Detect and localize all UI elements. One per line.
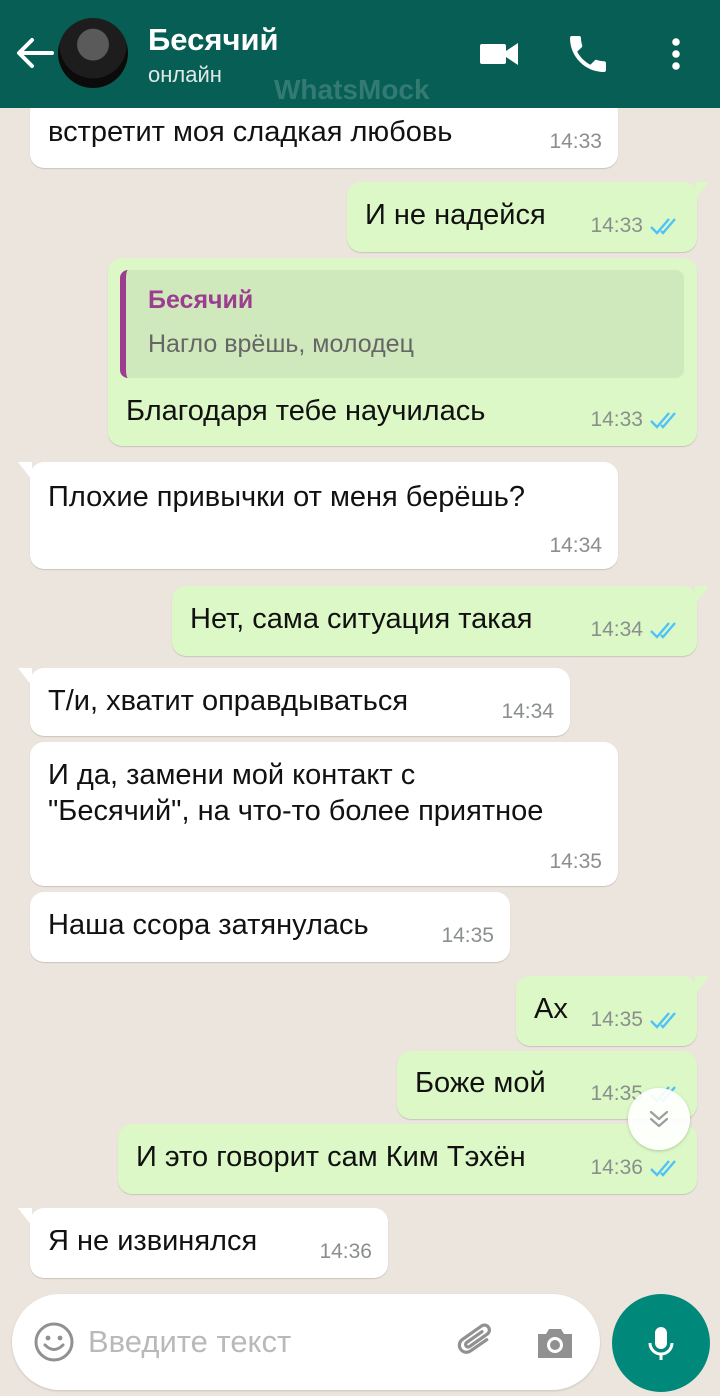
emoji-icon	[34, 1322, 74, 1362]
message-meta: 14:36	[590, 1156, 681, 1180]
message-text: Ах	[534, 993, 568, 1025]
quoted-message[interactable]: Бесячий Нагло врёшь, молодец	[120, 270, 684, 378]
message-time: 14:34	[590, 618, 643, 641]
message-text: И не надейся	[365, 199, 546, 231]
message-outgoing[interactable]: И это говорит сам Ким Тэхён 14:36	[118, 1124, 697, 1194]
back-button[interactable]	[12, 30, 58, 76]
message-incoming[interactable]: Плохие привычки от меня берёшь? 14:34	[18, 462, 618, 569]
message-incoming[interactable]: Т/и, хватит оправдываться 14:34	[18, 668, 570, 736]
phone-icon	[570, 36, 606, 72]
message-time: 14:35	[441, 924, 494, 947]
quote-text: Нагло врёшь, молодец	[148, 330, 414, 358]
message-text: Наша ссора затянулась	[48, 909, 369, 941]
message-time: 14:36	[590, 1156, 643, 1179]
message-meta: 14:33	[590, 408, 681, 432]
quote-author: Бесячий	[148, 286, 254, 314]
message-outgoing[interactable]: Ах 14:35	[516, 976, 709, 1046]
double-check-icon	[650, 218, 676, 235]
chat-header: Бесячий онлайн WhatsMock	[0, 0, 720, 108]
attach-button[interactable]	[452, 1318, 502, 1368]
message-composer	[12, 1294, 600, 1390]
message-time: 14:34	[501, 700, 554, 723]
double-check-icon	[650, 622, 676, 639]
message-text: Благодаря тебе научилась	[126, 395, 486, 427]
emoji-button[interactable]	[32, 1320, 76, 1364]
voice-call-button[interactable]	[564, 30, 612, 78]
message-time: 14:35	[590, 1008, 643, 1031]
more-vert-icon	[672, 38, 680, 70]
paperclip-icon	[457, 1323, 491, 1354]
contact-status: онлайн	[148, 62, 222, 87]
message-time: 14:33	[590, 214, 643, 237]
double-check-icon	[650, 1160, 676, 1177]
message-incoming[interactable]: Я не извинялся 14:36	[18, 1208, 388, 1278]
camera-button[interactable]	[532, 1320, 578, 1366]
message-time: 14:35	[549, 850, 602, 873]
message-time: 14:34	[549, 534, 602, 557]
message-text: Плохие привычки от меня берёшь?	[48, 481, 525, 513]
message-time: 14:33	[549, 130, 602, 153]
message-text: Я не извинялся	[48, 1225, 258, 1257]
double-check-icon	[650, 1012, 676, 1029]
message-text-line: "Бесячий", на что-то более приятное	[48, 795, 544, 827]
message-outgoing[interactable]: Нет, сама ситуация такая 14:34	[172, 586, 709, 656]
message-incoming[interactable]: И да, замени мой контакт с "Бесячий", на…	[30, 742, 618, 886]
message-incoming[interactable]: встретит моя сладкая любовь 14:33	[30, 108, 618, 168]
message-outgoing-reply[interactable]: Бесячий Нагло врёшь, молодец Благодаря т…	[108, 258, 697, 446]
chevron-down-icon	[649, 1110, 669, 1128]
message-text: Нет, сама ситуация такая	[190, 603, 533, 635]
message-text: И это говорит сам Ким Тэхён	[136, 1141, 526, 1173]
message-text: Т/и, хватит оправдываться	[48, 685, 409, 717]
scroll-to-bottom-button[interactable]	[628, 1088, 690, 1150]
message-text-line: И да, замени мой контакт с	[48, 759, 416, 791]
voice-record-button[interactable]	[612, 1294, 710, 1392]
message-meta: 14:35	[590, 1008, 681, 1032]
more-options-button[interactable]	[652, 30, 700, 78]
contact-name[interactable]: Бесячий	[148, 22, 279, 58]
message-incoming[interactable]: Наша ссора затянулась 14:35	[30, 892, 510, 962]
back-arrow-icon	[17, 38, 54, 68]
message-meta: 14:33	[590, 214, 681, 238]
message-outgoing[interactable]: И не надейся 14:33	[347, 182, 709, 252]
video-call-icon	[480, 43, 518, 65]
contact-avatar[interactable]	[58, 18, 128, 88]
mic-icon	[648, 1327, 674, 1360]
video-call-button[interactable]	[476, 30, 524, 78]
message-meta: 14:34	[590, 618, 681, 642]
message-text: встретит моя сладкая любовь	[48, 116, 453, 148]
message-list[interactable]: встретит моя сладкая любовь 14:33 И не н…	[0, 108, 720, 1288]
message-time: 14:33	[590, 408, 643, 431]
watermark: WhatsMock	[274, 74, 430, 105]
message-text: Боже мой	[415, 1067, 546, 1099]
message-input[interactable]	[88, 1314, 418, 1370]
camera-icon	[538, 1329, 572, 1358]
message-time: 14:36	[319, 1240, 372, 1263]
double-check-icon	[650, 412, 676, 429]
